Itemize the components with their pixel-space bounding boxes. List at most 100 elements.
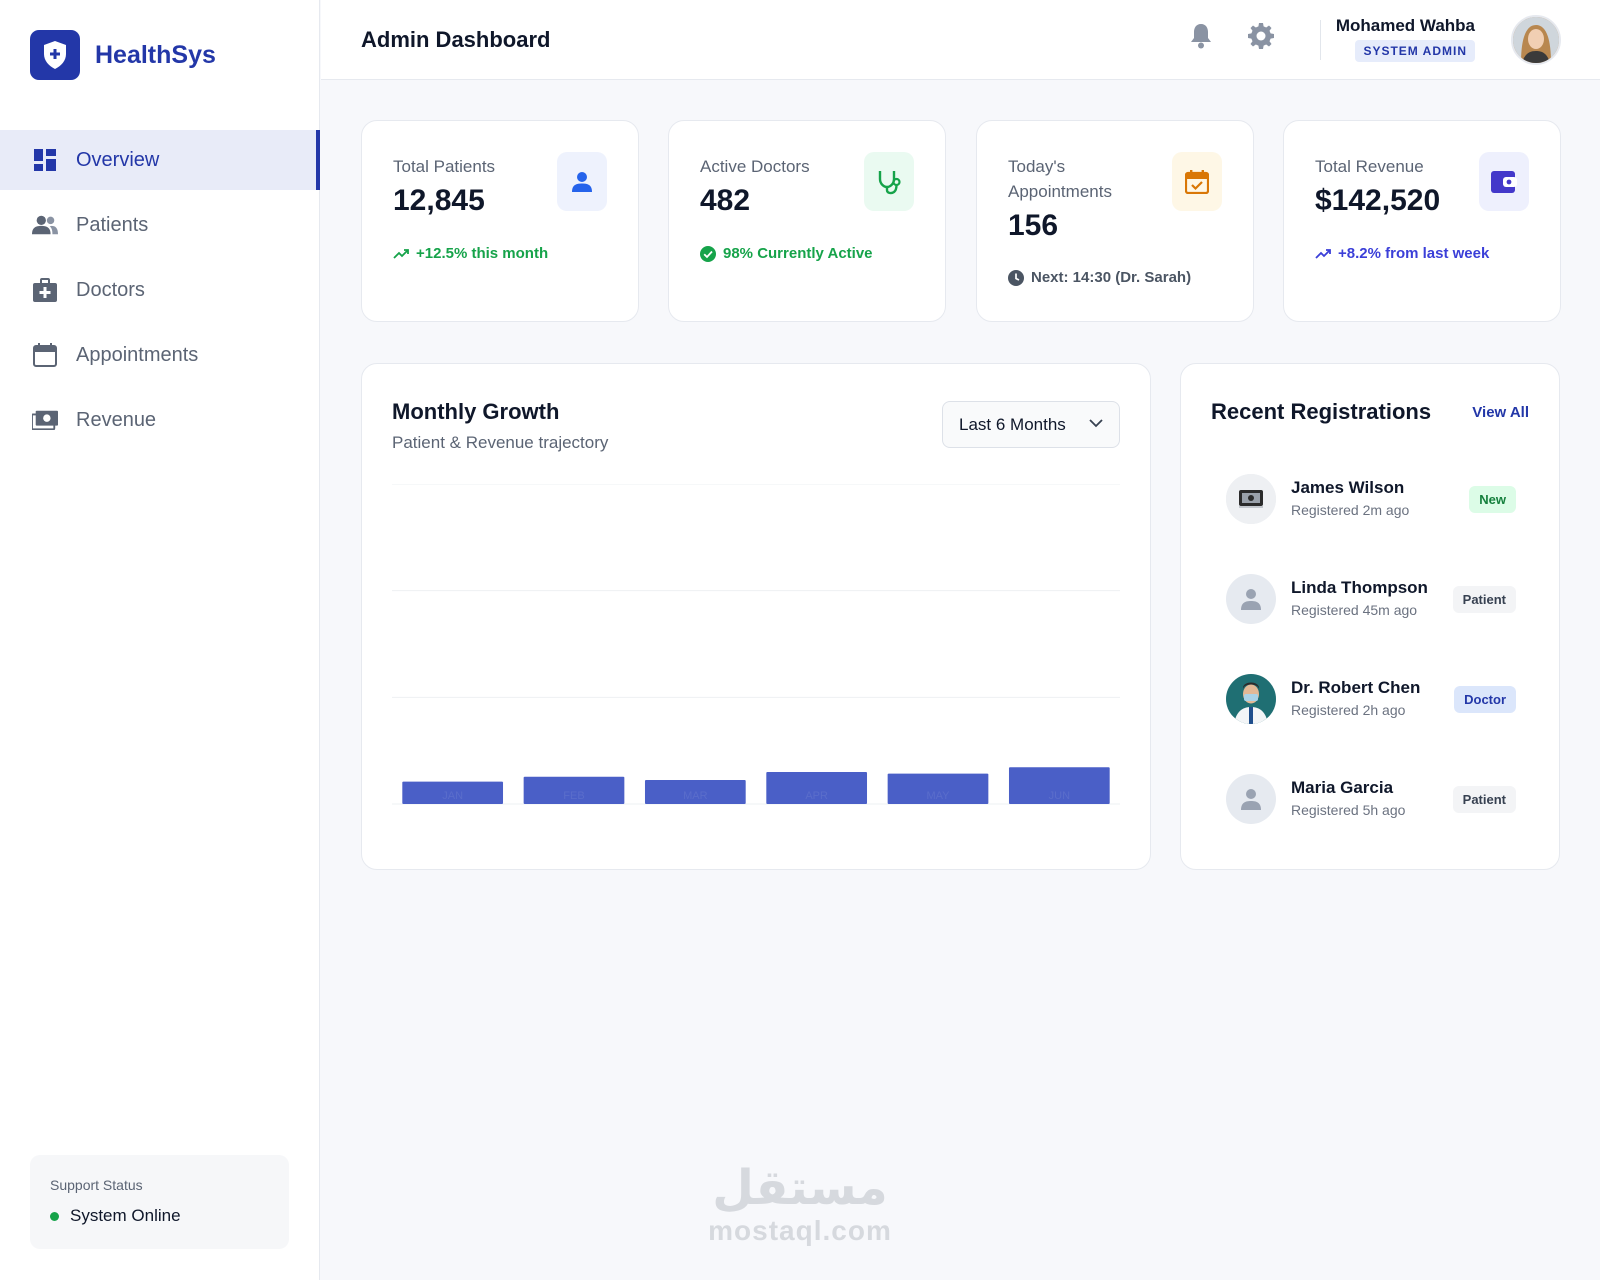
chart-x-label: MAR [683, 790, 708, 802]
registration-time: Registered 2m ago [1291, 502, 1410, 518]
status-dot-icon [50, 1211, 59, 1221]
chart-x-label: APR [805, 790, 828, 802]
person-placeholder-icon [1226, 574, 1276, 624]
stat-value: $142,520 [1315, 184, 1441, 217]
stat-label: Today's Appointments [1008, 157, 1112, 201]
sidebar: HealthSys Overview Patients Doctors Appo… [0, 0, 320, 1280]
stat-trend: +8.2% from last week [1315, 245, 1489, 262]
chevron-down-icon [1089, 419, 1103, 428]
chart-x-label: MAY [926, 790, 950, 802]
gear-icon[interactable] [1245, 20, 1277, 52]
role-badge: Patient [1452, 586, 1516, 613]
monthly-growth-card: Monthly Growth Patient & Revenue traject… [361, 363, 1151, 870]
bell-icon[interactable] [1185, 20, 1217, 52]
sidebar-item-label: Patients [76, 213, 149, 236]
chart-x-label: JAN [442, 790, 463, 802]
stat-next-appointment: Next: 14:30 (Dr. Sarah) [1008, 269, 1191, 286]
calendar-icon [32, 342, 58, 368]
list-item[interactable]: Dr. Robert Chen Registered 2h ago Doctor [1226, 674, 1516, 724]
sidebar-item-appointments[interactable]: Appointments [0, 325, 320, 385]
calendar-check-icon [1172, 152, 1222, 211]
support-status-panel: Support Status System Online [30, 1155, 289, 1249]
chart-x-label: FEB [563, 790, 584, 802]
registrant-name: James Wilson [1291, 478, 1405, 497]
stethoscope-icon [864, 152, 914, 211]
stat-label: Total Revenue [1315, 157, 1424, 176]
list-item[interactable]: Maria Garcia Registered 5h ago Patient [1226, 774, 1516, 824]
recent-registrations-card: Recent Registrations View All James Wils… [1180, 363, 1560, 870]
growth-bar-chart: JAN FEB MAR APR MAY JUN [392, 484, 1120, 805]
brand-name: HealthSys [95, 40, 216, 69]
role-badge: Patient [1452, 786, 1516, 813]
registration-time: Registered 45m ago [1291, 602, 1418, 618]
sidebar-item-label: Appointments [76, 343, 199, 366]
watermark-latin: mostaql.com [708, 1215, 892, 1246]
sidebar-item-revenue[interactable]: Revenue [0, 390, 320, 450]
stat-status: 98% Currently Active [700, 245, 873, 262]
top-header: Admin Dashboard Mohamed Wahba SYSTEM ADM… [321, 0, 1600, 80]
range-dropdown[interactable]: Last 6 Months [942, 401, 1120, 448]
avatar [1226, 674, 1276, 724]
avatar [1226, 474, 1276, 524]
view-all-link[interactable]: View All [1472, 404, 1529, 421]
trending-up-icon [1315, 248, 1331, 259]
registrations-title: Recent Registrations [1211, 399, 1432, 424]
stat-card-total-patients: Total Patients 12,845 +12.5% this month [361, 120, 639, 322]
sidebar-item-overview[interactable]: Overview [0, 130, 320, 190]
user-name: Mohamed Wahba [1335, 16, 1475, 35]
watermark-arabic: مستقل [712, 1160, 888, 1216]
stat-note-text: Next: 14:30 (Dr. Sarah) [1031, 269, 1192, 286]
person-icon [557, 152, 607, 211]
stat-trend: +12.5% this month [393, 245, 548, 262]
list-item[interactable]: James Wilson Registered 2m ago New [1226, 474, 1516, 524]
range-dropdown-value: Last 6 Months [959, 414, 1066, 434]
stat-note-text: +8.2% from last week [1338, 245, 1490, 262]
page-title: Admin Dashboard [361, 27, 551, 52]
logo[interactable]: HealthSys [30, 30, 216, 80]
sidebar-item-doctors[interactable]: Doctors [0, 260, 320, 320]
registrant-name: Maria Garcia [1291, 778, 1394, 797]
trending-up-icon [393, 248, 409, 259]
registrant-name: Dr. Robert Chen [1291, 678, 1421, 697]
person-placeholder-icon [1226, 774, 1276, 824]
shield-icon [30, 30, 80, 80]
chart-x-label: JUN [1049, 790, 1070, 802]
stat-card-active-doctors: Active Doctors 482 98% Currently Active [668, 120, 946, 322]
stat-value: 12,845 [393, 184, 485, 217]
sidebar-item-label: Doctors [76, 278, 145, 301]
registration-time: Registered 5h ago [1291, 802, 1406, 818]
sidebar-nav: Overview Patients Doctors Appointments R… [0, 130, 320, 455]
system-status: System Online [50, 1206, 269, 1226]
registrant-name: Linda Thompson [1291, 578, 1428, 597]
check-circle-icon [700, 245, 716, 262]
sidebar-item-patients[interactable]: Patients [0, 195, 320, 255]
dashboard-icon [32, 147, 58, 173]
stat-label: Active Doctors [700, 157, 810, 176]
stat-note-text: 98% Currently Active [723, 245, 873, 262]
clock-icon [1008, 269, 1024, 286]
role-badge: Doctor [1454, 686, 1516, 713]
chart-subtitle: Patient & Revenue trajectory [392, 433, 609, 452]
users-icon [32, 212, 58, 238]
list-item[interactable]: Linda Thompson Registered 45m ago Patien… [1226, 574, 1516, 624]
registration-time: Registered 2h ago [1291, 702, 1406, 718]
wallet-icon [1479, 152, 1529, 211]
stat-note-text: +12.5% this month [416, 245, 549, 262]
stat-card-appointments: Today's Appointments 156 Next: 14:30 (Dr… [976, 120, 1254, 322]
money-icon [32, 407, 58, 433]
stat-label: Total Patients [393, 157, 496, 176]
system-status-label: System Online [70, 1206, 181, 1225]
header-divider [1320, 20, 1321, 60]
medical-bag-icon [32, 277, 58, 303]
support-title: Support Status [50, 1177, 143, 1193]
stat-value: 482 [700, 184, 751, 217]
stat-card-total-revenue: Total Revenue $142,520 +8.2% from last w… [1283, 120, 1561, 322]
avatar[interactable] [1511, 15, 1561, 65]
status-badge: New [1469, 486, 1516, 513]
sidebar-item-label: Revenue [76, 408, 157, 431]
chart-title: Monthly Growth [392, 399, 560, 424]
stat-value: 156 [1008, 209, 1059, 242]
user-role-badge: SYSTEM ADMIN [1355, 40, 1475, 62]
watermark: مستقل mostaql.com [700, 1160, 900, 1246]
sidebar-item-label: Overview [76, 148, 160, 171]
